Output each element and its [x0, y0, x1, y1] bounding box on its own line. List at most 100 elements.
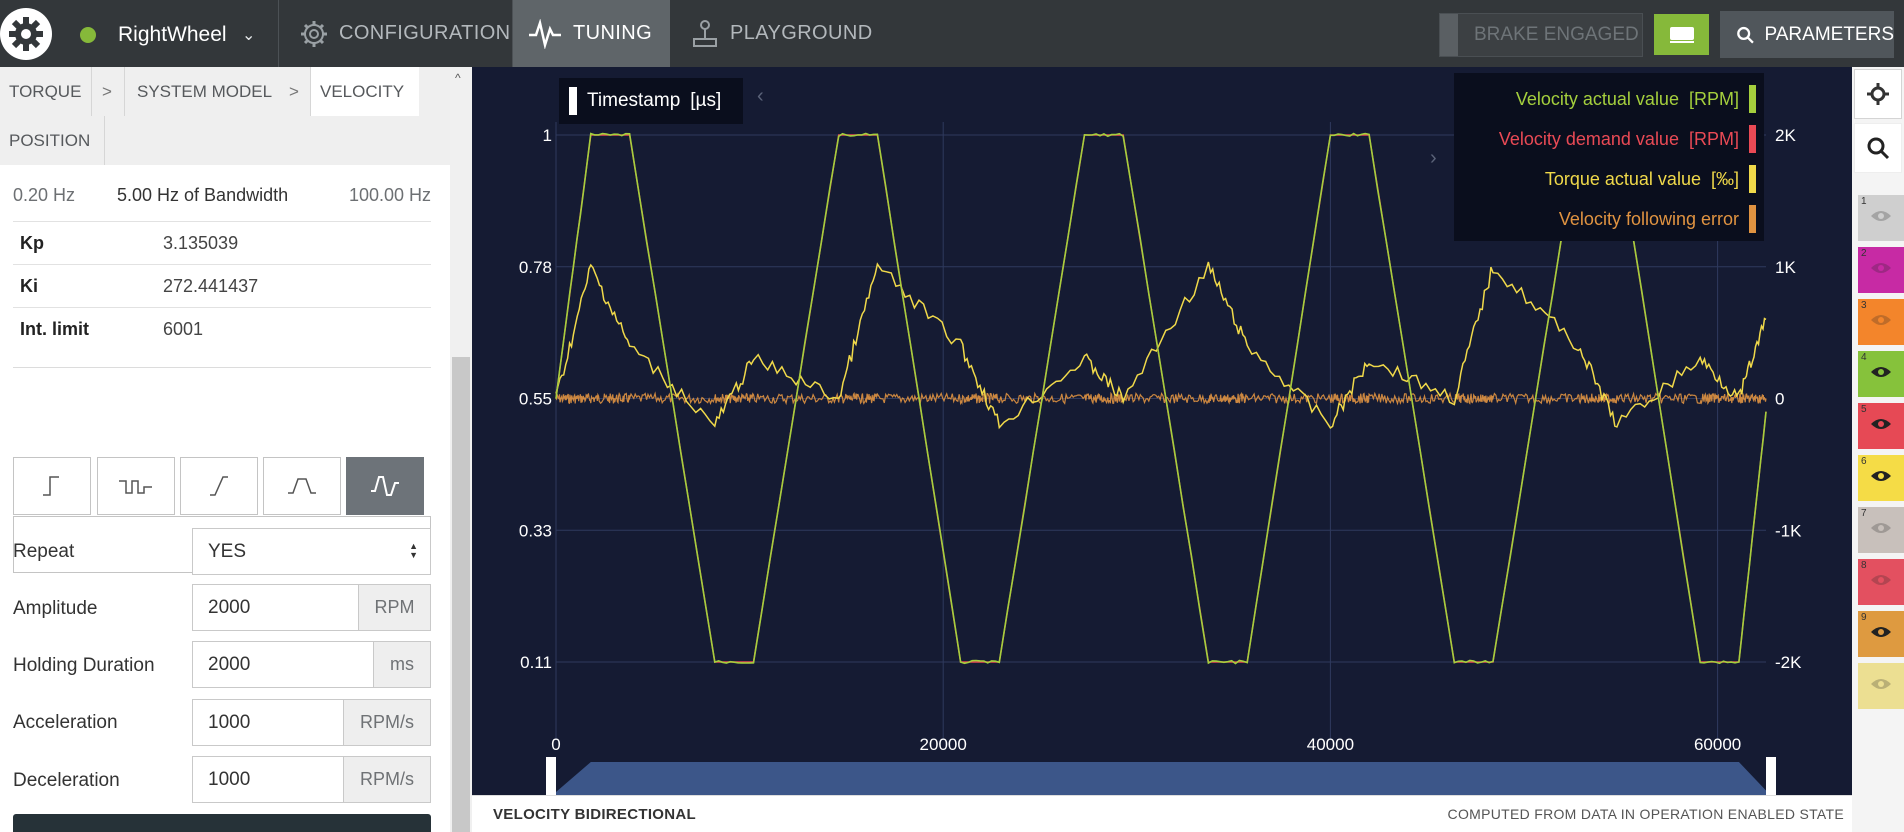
legend-item[interactable]: Velocity demand value [RPM] — [1499, 125, 1756, 153]
search-icon — [1867, 137, 1890, 160]
timestamp-unit: [µs] — [690, 90, 722, 111]
chart-zoom-button[interactable] — [1854, 123, 1902, 173]
eye-icon — [1871, 263, 1891, 273]
channel-visibility-toggle[interactable]: 2 — [1858, 247, 1904, 293]
ramp-icon — [210, 476, 228, 496]
x-tick-label: 0 — [551, 735, 560, 754]
legend-swatch — [1749, 165, 1756, 193]
legend-swatch — [1749, 125, 1756, 153]
eye-icon — [1871, 523, 1891, 533]
acceleration-unit: RPM/s — [343, 699, 431, 746]
chevron-down-icon[interactable]: ⌄ — [242, 25, 255, 45]
chart-settings-button[interactable] — [1854, 69, 1902, 119]
tab-configuration[interactable]: CONFIGURATION — [285, 0, 525, 67]
waveform-ramp-button[interactable] — [180, 457, 258, 515]
divider — [13, 367, 431, 368]
y-tick-label-left: 0.55 — [519, 390, 552, 409]
sidebar-scrollbar[interactable]: ^ — [450, 67, 472, 832]
breadcrumb-separator: > — [102, 81, 112, 101]
gain-key: Int. limit — [20, 319, 89, 339]
channel-visibility-toggle[interactable]: 9 — [1858, 611, 1904, 657]
gain-row-kp: Kp 3.135039 — [13, 221, 431, 264]
y-tick-label-right: 2K — [1775, 126, 1796, 145]
channel-number: 3 — [1861, 300, 1867, 311]
trapezoid-bidirectional-icon — [371, 476, 399, 496]
tab-position[interactable]: POSITION — [0, 116, 104, 165]
gain-value: 272.441437 — [163, 276, 259, 296]
legend-unit: [‰] — [1710, 168, 1739, 189]
legend-name: Torque actual value — [1544, 168, 1701, 189]
tab-playground[interactable]: PLAYGROUND — [676, 0, 887, 67]
tab-system-model[interactable]: SYSTEM MODEL — [128, 67, 281, 116]
eye-icon — [1871, 211, 1891, 221]
eye-icon — [1871, 315, 1891, 325]
tab-playground-label: PLAYGROUND — [730, 22, 873, 44]
channel-visibility-toggle[interactable] — [1858, 663, 1904, 709]
keyboard-button[interactable] — [1654, 14, 1709, 55]
channel-visibility-toggle[interactable]: 8 — [1858, 559, 1904, 605]
scrollbar-thumb[interactable] — [452, 357, 470, 832]
legend-item[interactable]: Torque actual value [‰] — [1545, 165, 1756, 193]
device-status-dot — [80, 27, 96, 43]
signal-chart[interactable]: 1 0.78 0.55 0.33 0.11 2K 1K 0 -1K -2K 0 20000 40000 6… — [472, 67, 1852, 795]
chart-footer: VELOCITY BIDIRECTIONAL COMPUTED FROM DAT… — [472, 795, 1852, 832]
repeat-select[interactable]: YES ▲ ▼ — [192, 528, 431, 575]
channel-number: 9 — [1861, 612, 1867, 623]
run-button[interactable] — [13, 814, 431, 832]
waveform-square-button[interactable] — [97, 457, 175, 515]
legend-name: Velocity actual value — [1515, 88, 1679, 109]
step-icon — [43, 476, 59, 496]
gain-value: 6001 — [163, 319, 204, 339]
app-logo-gear-icon[interactable] — [0, 8, 52, 60]
channel-number: 8 — [1861, 560, 1867, 571]
channel-number: 1 — [1861, 196, 1867, 207]
waveform-trapezoid-bidirectional-button[interactable] — [346, 457, 424, 515]
channel-visibility-toggle[interactable]: 5 — [1858, 403, 1904, 449]
collapse-right-chevron-icon[interactable]: › — [1430, 147, 1437, 170]
legend-name: Velocity following error — [1558, 208, 1739, 229]
scroll-up-icon[interactable]: ^ — [455, 71, 461, 85]
acceleration-input[interactable]: 1000 — [192, 699, 344, 746]
collapse-left-chevron-icon[interactable]: ‹ — [757, 85, 764, 108]
amplitude-input[interactable]: 2000 — [192, 584, 359, 631]
y-tick-label-left: 0.78 — [519, 258, 552, 277]
parameters-label: PARAMETERS — [1764, 23, 1894, 45]
channel-number: 6 — [1861, 456, 1867, 467]
waveform-step-button[interactable] — [13, 457, 91, 515]
channel-number: 2 — [1861, 248, 1867, 259]
y-tick-label-right: 0 — [1775, 390, 1784, 409]
joystick-icon — [693, 19, 717, 47]
x-tick-label: 40000 — [1307, 735, 1354, 754]
channel-visibility-toggle[interactable]: 1 — [1858, 195, 1904, 241]
tuning-sidebar: TORQUE > SYSTEM MODEL > VELOCITY POSITIO… — [0, 67, 450, 832]
legend-item[interactable]: Velocity actual value [RPM] — [1516, 85, 1756, 113]
y-tick-label-left: 0.11 — [520, 653, 552, 672]
device-name[interactable]: RightWheel — [118, 23, 227, 47]
channel-visibility-toggle[interactable]: 6 — [1858, 455, 1904, 501]
timestamp-selector[interactable]: Timestamp [µs] — [559, 78, 743, 124]
legend-item[interactable]: Velocity following error — [1559, 205, 1756, 233]
channel-number: 5 — [1861, 404, 1867, 415]
tab-divider — [104, 116, 105, 165]
parameters-button[interactable]: PARAMETERS — [1720, 11, 1894, 58]
brake-toggle[interactable]: BRAKE ENGAGED — [1439, 13, 1643, 57]
waveform-trapezoid-button[interactable] — [263, 457, 341, 515]
channel-visibility-toggle[interactable]: 4 — [1858, 351, 1904, 397]
legend-swatch — [1749, 205, 1756, 233]
eye-icon — [1871, 679, 1891, 689]
channel-visibility-toggle[interactable]: 3 — [1858, 299, 1904, 345]
gain-key: Ki — [20, 276, 38, 296]
deceleration-input[interactable]: 1000 — [192, 756, 344, 803]
y-tick-label-right: -2K — [1775, 653, 1802, 672]
channel-visibility-toggle[interactable]: 7 — [1858, 507, 1904, 553]
y-tick-label-left: 0.33 — [519, 521, 552, 540]
keyboard-icon — [1669, 26, 1694, 43]
breadcrumb-separator: > — [289, 81, 299, 101]
tab-divider — [91, 67, 92, 116]
series-line-torque — [555, 261, 1767, 430]
tab-tuning[interactable]: TUNING — [513, 0, 670, 67]
holding-duration-input[interactable]: 2000 — [192, 641, 374, 688]
tab-torque[interactable]: TORQUE — [0, 67, 90, 116]
tab-velocity[interactable]: VELOCITY — [311, 67, 419, 116]
acceleration-label: Acceleration — [13, 712, 118, 733]
